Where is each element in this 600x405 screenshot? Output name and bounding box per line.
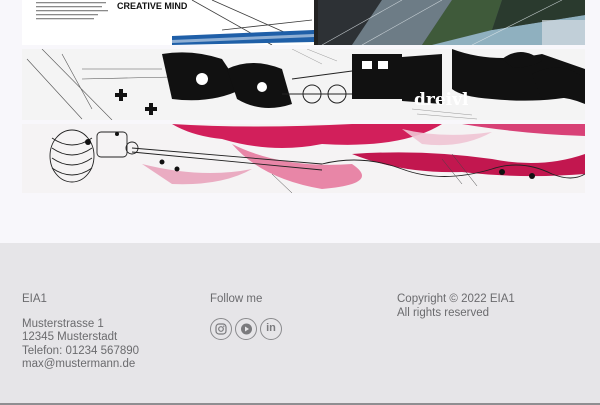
- social-links: in: [210, 317, 380, 340]
- instagram-icon[interactable]: [210, 317, 232, 340]
- locomotive-illustration-image: dreivl: [22, 49, 585, 120]
- footer-street: Musterstrasse 1: [22, 317, 104, 330]
- linkedin-icon[interactable]: in: [260, 317, 282, 340]
- copyright-text: Copyright © 2022 EIA1: [397, 293, 515, 305]
- rights-text: All rights reserved: [397, 306, 490, 319]
- banner-magazine-spread[interactable]: CREATIVE MIND: [22, 0, 585, 45]
- locomotive-caption: dreivl: [414, 90, 469, 110]
- footer-contact-column: EIA1 Musterstrasse 1 12345 Musterstadt T…: [22, 293, 192, 372]
- footer-brand: EIA1: [22, 293, 47, 305]
- site-footer: EIA1 Musterstrasse 1 12345 Musterstadt T…: [0, 243, 600, 403]
- follow-label: Follow me: [210, 293, 263, 305]
- banner-ink-splash[interactable]: [22, 124, 585, 193]
- youtube-icon[interactable]: [235, 317, 257, 340]
- magazine-caption: CREATIVE MIND: [117, 1, 188, 11]
- footer-legal-column: Copyright © 2022 EIA1 All rights reserve…: [397, 293, 577, 320]
- banner-locomotive[interactable]: dreivl: [22, 49, 585, 120]
- linkedin-glyph: in: [266, 321, 276, 334]
- footer-phone[interactable]: Telefon: 01234 567890: [22, 345, 192, 359]
- footer-city: 12345 Musterstadt: [22, 331, 118, 343]
- magazine-spread-image: CREATIVE MIND: [22, 0, 585, 45]
- ink-splash-image: [22, 124, 585, 193]
- content-area: CREATIVE MIND dreivl: [0, 0, 600, 243]
- footer-email[interactable]: max@mustermann.de: [22, 358, 192, 372]
- footer-social-column: Follow me in: [210, 293, 380, 340]
